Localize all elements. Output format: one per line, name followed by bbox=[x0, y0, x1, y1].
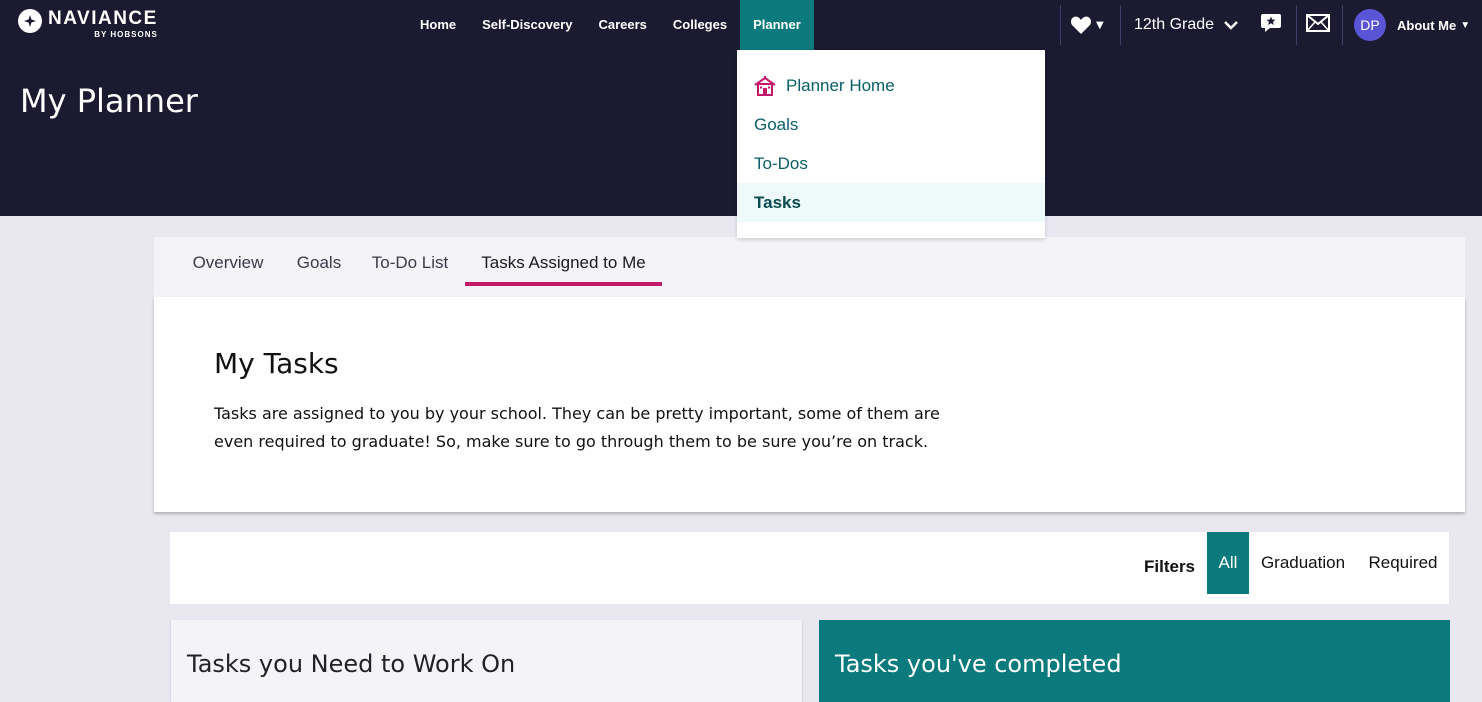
menu-item-goals[interactable]: Goals bbox=[737, 105, 1045, 144]
chat-star-icon bbox=[1260, 13, 1282, 37]
logo-subtitle: BY HOBSONS bbox=[94, 30, 158, 39]
caret-down-icon: ▼ bbox=[1460, 19, 1471, 31]
logo-star-icon bbox=[18, 9, 42, 33]
panel-title: Tasks you've completed bbox=[835, 650, 1122, 678]
planner-tabs: Overview Goals To-Do List Tasks Assigned… bbox=[154, 237, 1465, 297]
logo-name: NAVIANCE bbox=[48, 8, 158, 29]
naviance-logo[interactable]: NAVIANCE BY HOBSONS bbox=[18, 8, 158, 40]
nav-divider bbox=[1296, 5, 1297, 45]
planner-dropdown-menu: Planner Home Goals To-Dos Tasks bbox=[737, 50, 1045, 238]
menu-item-to-dos[interactable]: To-Dos bbox=[737, 144, 1045, 183]
my-tasks-card: My Tasks Tasks are assigned to you by yo… bbox=[154, 297, 1465, 512]
heart-icon bbox=[1070, 15, 1092, 35]
filter-all-button[interactable]: All bbox=[1207, 532, 1249, 594]
nav-home[interactable]: Home bbox=[407, 0, 469, 50]
nav-self-discovery[interactable]: Self-Discovery bbox=[469, 0, 585, 50]
nav-planner[interactable]: Planner bbox=[740, 0, 814, 50]
nav-divider bbox=[1060, 5, 1061, 45]
filter-graduation-button[interactable]: Graduation bbox=[1254, 532, 1352, 594]
filter-bar: Filters All Graduation Required bbox=[170, 532, 1449, 604]
menu-item-planner-home[interactable]: Planner Home bbox=[737, 66, 1045, 105]
section-title: My Tasks bbox=[214, 347, 339, 380]
about-me-menu[interactable]: About Me ▼ bbox=[1397, 0, 1470, 50]
school-house-icon bbox=[754, 75, 776, 96]
about-me-label: About Me bbox=[1397, 17, 1457, 33]
tab-tasks-assigned[interactable]: Tasks Assigned to Me bbox=[465, 237, 662, 297]
main-nav: Home Self-Discovery Careers Colleges Pla… bbox=[407, 0, 814, 50]
favorites-button[interactable]: ▼ bbox=[1070, 0, 1104, 50]
mail-icon bbox=[1306, 14, 1330, 36]
section-description: Tasks are assigned to you by your school… bbox=[214, 404, 940, 451]
nav-colleges[interactable]: Colleges bbox=[660, 0, 740, 50]
tab-to-do-list[interactable]: To-Do List bbox=[369, 237, 451, 297]
tasks-completed-panel: Tasks you've completed bbox=[819, 620, 1450, 702]
grade-label: 12th Grade bbox=[1134, 16, 1215, 33]
menu-item-tasks[interactable]: Tasks bbox=[737, 183, 1045, 222]
menu-item-label: Planner Home bbox=[786, 75, 895, 95]
messages-button[interactable] bbox=[1306, 0, 1330, 50]
nav-divider bbox=[1342, 5, 1343, 45]
panel-title: Tasks you Need to Work On bbox=[187, 650, 516, 678]
tasks-to-work-on-panel: Tasks you Need to Work On bbox=[171, 620, 802, 702]
grade-selector[interactable]: 12th Grade bbox=[1134, 0, 1238, 50]
user-avatar[interactable]: DP bbox=[1354, 9, 1386, 41]
feedback-button[interactable] bbox=[1260, 0, 1282, 50]
tab-goals[interactable]: Goals bbox=[294, 237, 344, 297]
page-title: My Planner bbox=[20, 82, 198, 120]
tab-overview[interactable]: Overview bbox=[188, 237, 268, 297]
caret-down-icon: ▼ bbox=[1096, 19, 1104, 31]
nav-divider bbox=[1120, 5, 1121, 45]
filter-required-button[interactable]: Required bbox=[1360, 532, 1446, 594]
nav-careers[interactable]: Careers bbox=[585, 0, 659, 50]
filters-label: Filters bbox=[1144, 557, 1196, 576]
chevron-down-icon bbox=[1224, 17, 1238, 33]
